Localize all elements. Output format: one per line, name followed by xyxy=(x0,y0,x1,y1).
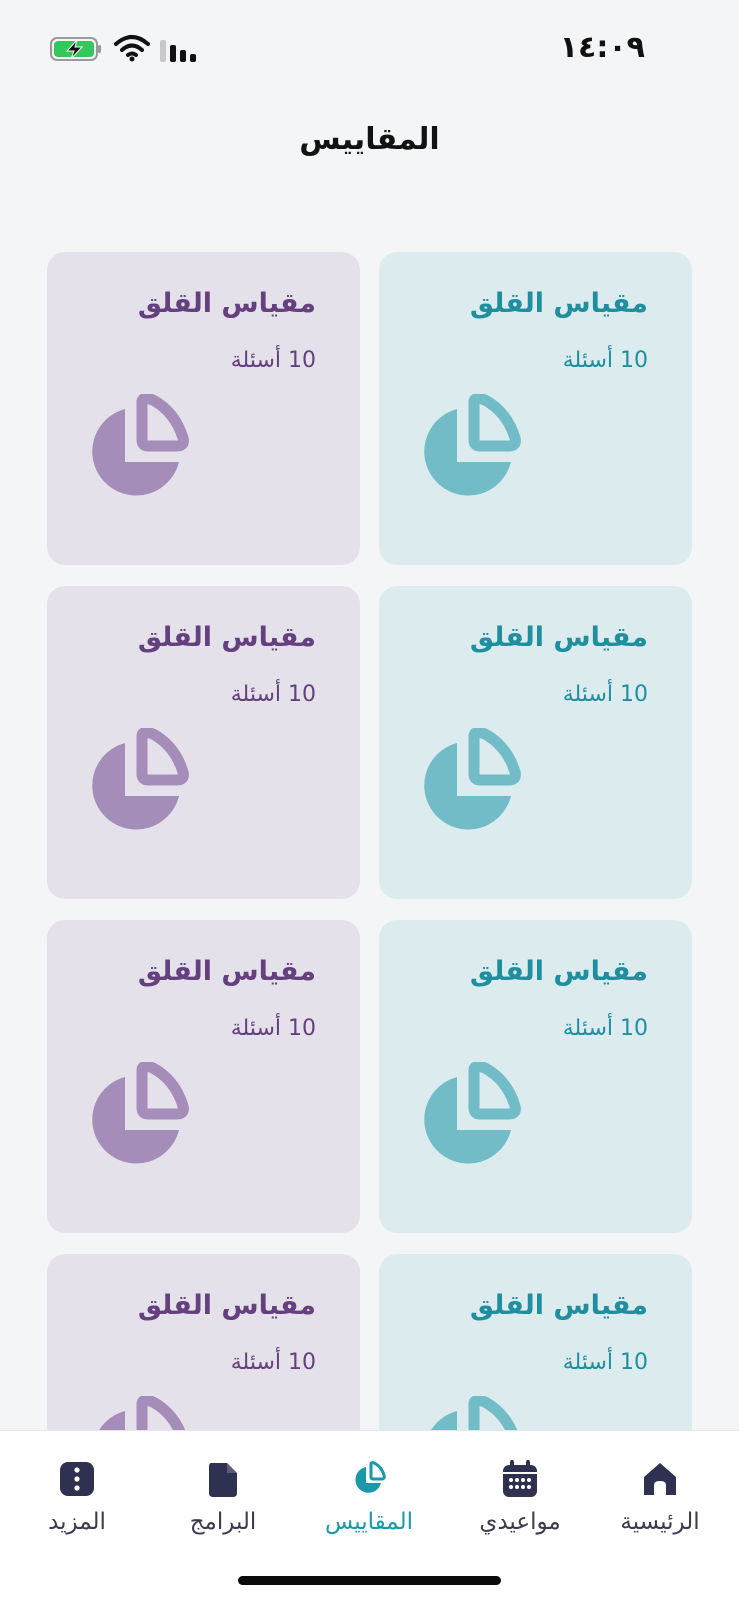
pie-chart-icon xyxy=(424,394,521,496)
cellular-signal-icon xyxy=(160,40,196,62)
nav-label-appointments: مواعيدي xyxy=(479,1509,561,1535)
page-title: المقاييس xyxy=(299,122,440,157)
scale-card[interactable]: مقياس القلق 10 أسئلة xyxy=(47,586,360,899)
nav-item-programs[interactable]: البرامج xyxy=(158,1459,288,1535)
home-indicator xyxy=(238,1576,501,1585)
scale-card-title: مقياس القلق xyxy=(469,622,648,653)
scale-card[interactable]: مقياس القلق 10 أسئلة xyxy=(47,252,360,565)
nav-item-scales[interactable]: المقاييس xyxy=(304,1459,434,1535)
status-bar: ١٤:٠٩ xyxy=(0,0,739,96)
scale-card-question-count: 10 أسئلة xyxy=(562,348,648,373)
pie-chart-icon xyxy=(92,394,189,496)
scale-card-title: مقياس القلق xyxy=(469,956,648,987)
scale-card-question-count: 10 أسئلة xyxy=(230,1350,316,1375)
pie-chart-icon xyxy=(355,1461,386,1493)
scales-grid: مقياس القلق 10 أسئلة مقياس القلق 10 أسئلة مق… xyxy=(47,252,692,1567)
scale-card-question-count: 10 أسئلة xyxy=(562,682,648,707)
nav-item-home[interactable]: الرئيسية xyxy=(595,1459,725,1535)
calendar-icon xyxy=(503,1460,537,1497)
scale-card-question-count: 10 أسئلة xyxy=(230,682,316,707)
scale-card-title: مقياس القلق xyxy=(469,1290,648,1321)
nav-item-more[interactable]: المزيد xyxy=(12,1459,142,1535)
scale-card-title: مقياس القلق xyxy=(137,622,316,653)
nav-label-scales: المقاييس xyxy=(324,1509,413,1535)
status-time: ١٤:٠٩ xyxy=(559,30,645,65)
nav-label-more: المزيد xyxy=(48,1509,106,1535)
more-icon xyxy=(60,1462,94,1496)
scale-card-question-count: 10 أسئلة xyxy=(230,1016,316,1041)
battery-charging-icon xyxy=(50,37,101,61)
scale-card-title: مقياس القلق xyxy=(137,288,316,319)
scale-card[interactable]: مقياس القلق 10 أسئلة xyxy=(47,920,360,1233)
nav-label-home: الرئيسية xyxy=(620,1509,700,1535)
scale-card[interactable]: مقياس القلق 10 أسئلة xyxy=(379,252,692,565)
pie-chart-icon xyxy=(92,728,189,830)
scale-card[interactable]: مقياس القلق 10 أسئلة xyxy=(379,586,692,899)
scale-card[interactable]: مقياس القلق 10 أسئلة xyxy=(379,920,692,1233)
pie-chart-icon xyxy=(424,1062,521,1164)
scale-card-question-count: 10 أسئلة xyxy=(230,348,316,373)
nav-item-appointments[interactable]: مواعيدي xyxy=(455,1459,585,1535)
scale-card-question-count: 10 أسئلة xyxy=(562,1016,648,1041)
scale-card-title: مقياس القلق xyxy=(137,1290,316,1321)
pie-chart-icon xyxy=(424,728,521,830)
scale-card-title: مقياس القلق xyxy=(137,956,316,987)
home-icon xyxy=(644,1463,676,1495)
pie-chart-icon xyxy=(92,1062,189,1164)
wifi-icon xyxy=(114,35,150,62)
scale-card-title: مقياس القلق xyxy=(469,288,648,319)
file-icon xyxy=(209,1463,237,1497)
scale-card-question-count: 10 أسئلة xyxy=(562,1350,648,1375)
nav-label-programs: البرامج xyxy=(189,1509,257,1535)
